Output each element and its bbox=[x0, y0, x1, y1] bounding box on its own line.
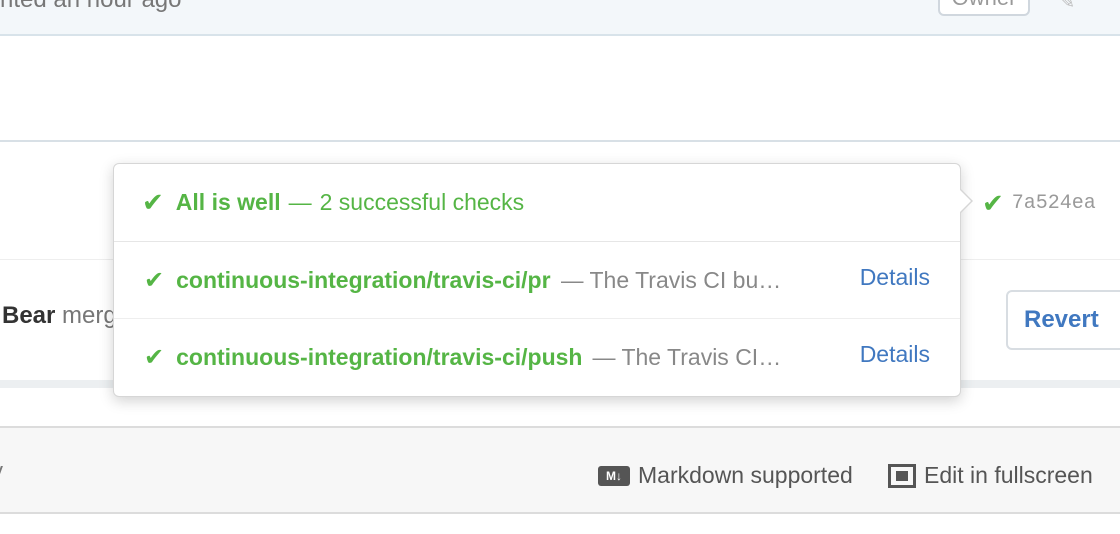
fullscreen-hint[interactable]: Edit in fullscreen bbox=[888, 462, 1093, 489]
merge-action: merg bbox=[62, 302, 117, 329]
details-link[interactable]: Details bbox=[860, 264, 930, 291]
status-checks-popover: ✔ All is well — 2 successful checks ✔ co… bbox=[113, 163, 973, 397]
check-context: continuous-integration/travis-ci/pr bbox=[176, 266, 551, 293]
markdown-hint[interactable]: M↓ Markdown supported bbox=[598, 462, 853, 489]
popover-header: ✔ All is well — 2 successful checks bbox=[114, 164, 960, 242]
merge-event-text: Bear merg bbox=[2, 302, 117, 330]
check-row: ✔ continuous-integration/travis-ci/push … bbox=[114, 319, 960, 396]
markdown-label: Markdown supported bbox=[638, 462, 853, 488]
popover-title: All is well bbox=[175, 189, 281, 215]
commit-status[interactable]: ✔ 7a524ea bbox=[982, 188, 1096, 218]
markdown-icon: M↓ bbox=[598, 465, 630, 486]
check-icon: ✔ bbox=[142, 187, 164, 217]
popover-separator: — bbox=[288, 189, 312, 215]
comment-timestamp: nted an hour ago bbox=[0, 0, 182, 14]
revert-button[interactable]: Revert bbox=[1006, 290, 1120, 350]
pencil-icon[interactable]: ✎ bbox=[1060, 0, 1076, 12]
check-description: — The Travis CI… bbox=[592, 344, 782, 370]
fullscreen-label: Edit in fullscreen bbox=[924, 462, 1093, 488]
check-icon: ✔ bbox=[982, 187, 1004, 218]
details-link[interactable]: Details bbox=[860, 341, 930, 368]
toolbar-edge-text: v bbox=[0, 458, 3, 484]
owner-badge: Owner bbox=[938, 0, 1030, 16]
check-description: — The Travis CI bu… bbox=[560, 266, 782, 293]
check-row: ✔ continuous-integration/travis-ci/pr — … bbox=[114, 242, 960, 319]
merge-user[interactable]: Bear bbox=[2, 302, 55, 329]
popover-arrow bbox=[959, 188, 973, 214]
comment-body bbox=[0, 36, 1120, 142]
fullscreen-icon bbox=[888, 463, 916, 488]
check-icon: ✔ bbox=[144, 266, 165, 294]
check-icon: ✔ bbox=[144, 344, 165, 371]
commit-sha[interactable]: 7a524ea bbox=[1012, 192, 1096, 215]
popover-summary: 2 successful checks bbox=[319, 189, 525, 215]
comment-header: nted an hour ago Owner ✎ bbox=[0, 0, 1120, 36]
check-context: continuous-integration/travis-ci/push bbox=[176, 344, 583, 370]
